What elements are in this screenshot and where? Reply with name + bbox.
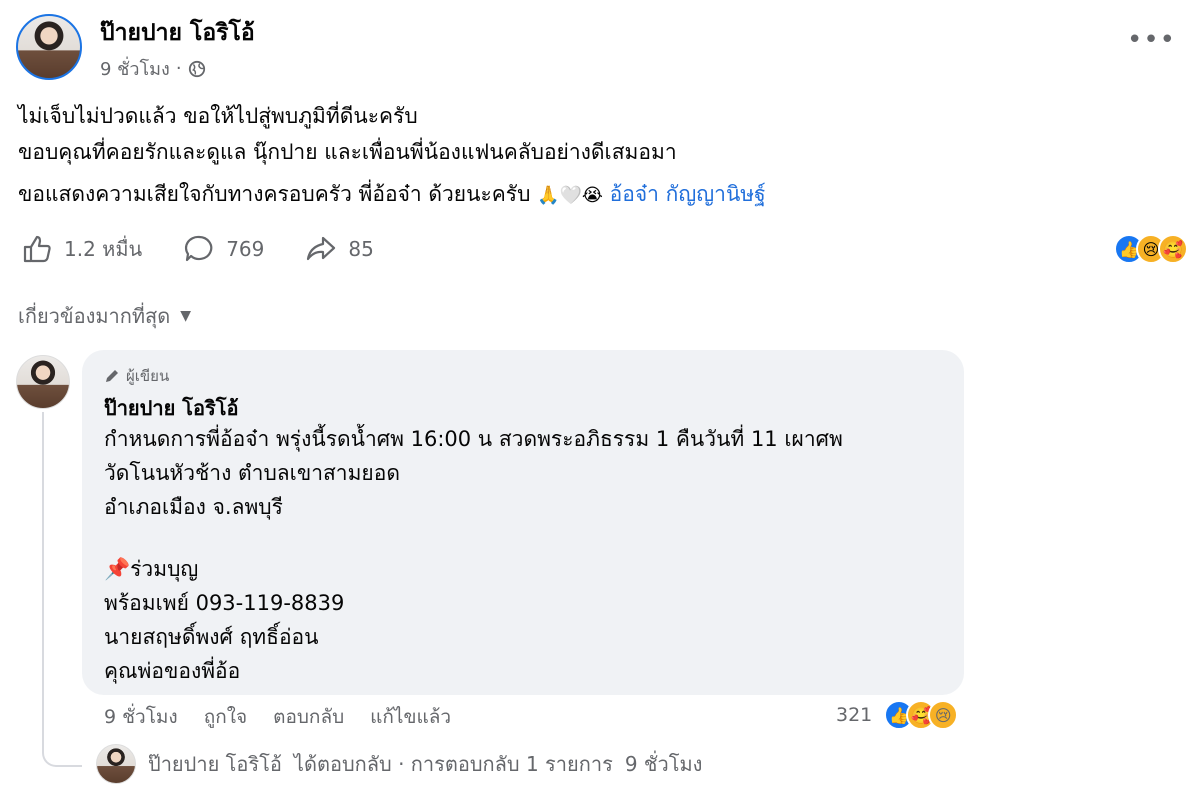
view-replies-link[interactable]: ได้ตอบกลับ · การตอบกลับ 1 รายการ — [294, 748, 613, 780]
post-line-1: ไม่เจ็บไม่ปวดแล้ว ขอให้ไปสู่พบภูมิที่ดีน… — [18, 104, 418, 128]
comment-count: 769 — [226, 237, 265, 261]
like-count: 1.2 หมื่น — [64, 237, 143, 261]
reply-time: 9 ชั่วโมง — [624, 752, 703, 776]
pushpin-icon: 📌 — [104, 557, 131, 581]
comment-author-name[interactable]: ป๊ายปาย โอริโอ้ — [104, 394, 942, 422]
merit-label: ร่วมบุญ — [130, 557, 199, 581]
post-condolence-line: ขอแสดงความเสียใจกับทางครอบครัว พี่อ้อจ๋า… — [18, 178, 1168, 212]
comment-edited-label[interactable]: แก้ไขแล้ว — [370, 702, 451, 732]
comment-time[interactable]: 9 ชั่วโมง — [104, 702, 178, 732]
comment-button[interactable]: 769 — [182, 232, 264, 266]
reply-author-avatar[interactable] — [96, 744, 136, 784]
author-avatar[interactable] — [16, 14, 82, 80]
comment-author-avatar[interactable] — [16, 355, 70, 409]
post-header: ป๊ายปาย โอริโอ้ 9 ชั่วโมง · — [16, 14, 255, 83]
comment-actions: 9 ชั่วโมง ถูกใจ ตอบกลับ แก้ไขแล้ว — [104, 702, 451, 732]
promptpay-line: พร้อมเพย์ 093-119-8839 — [104, 591, 345, 615]
comment-line-3: อำเภอเมือง จ.ลพบุรี — [104, 495, 283, 519]
post-author-name[interactable]: ป๊ายปาย โอริโอ้ — [100, 18, 255, 48]
post-action-bar: 1.2 หมื่น 769 85 — [20, 232, 414, 266]
comment-spacer — [104, 524, 942, 552]
like-button[interactable]: 1.2 หมื่น — [20, 232, 142, 266]
comment-merit-line: 📌ร่วมบุญ — [104, 552, 942, 586]
post-meta: 9 ชั่วโมง · — [100, 54, 255, 83]
relation-line: คุณพ่อของพี่อ้อ — [104, 659, 241, 683]
post-body: ไม่เจ็บไม่ปวดแล้ว ขอให้ไปสู่พบภูมิที่ดีน… — [18, 100, 1168, 216]
author-badge-label: ผู้เขียน — [126, 367, 170, 385]
reply-summary-row[interactable]: ป๊ายปาย โอริโอ้ ได้ตอบกลับ · การตอบกลับ … — [96, 744, 702, 784]
thumbs-up-icon — [23, 235, 51, 263]
reply-author-name[interactable]: ป๊ายปาย โอริโอ้ — [148, 748, 282, 780]
post-time[interactable]: 9 ชั่วโมง — [100, 54, 170, 83]
author-block: ป๊ายปาย โอริโอ้ 9 ชั่วโมง · — [100, 18, 255, 83]
thread-connector-line — [42, 412, 82, 767]
caret-down-icon: ▼ — [180, 308, 192, 324]
share-button[interactable]: 85 — [304, 232, 374, 266]
comment-line-1: กำหนดการพี่อ้อจ๋า พรุ่งนี้รดน้ำศพ 16:00 … — [104, 427, 843, 451]
tagged-person-link[interactable]: อ้อจ๋า กัญญานิษฐ์ — [610, 182, 766, 206]
comment-line-2: วัดโนนหัวช้าง ตำบลเขาสามยอด — [104, 461, 400, 485]
post-reactions[interactable]: 👍 😢 🥰 — [1114, 234, 1188, 264]
account-name-line: นายสฤษดิ์พงศ์ ฤทธิ์อ่อน — [104, 625, 319, 649]
comment-like-button[interactable]: ถูกใจ — [204, 702, 247, 732]
post-condolence-text: ขอแสดงความเสียใจกับทางครอบครัว พี่อ้อจ๋า… — [18, 182, 531, 206]
sad-reaction-icon: 😢 — [928, 700, 959, 730]
post-line-2: ขอบคุณที่คอยรักและดูแล นุ๊กปาย และเพื่อน… — [18, 140, 677, 164]
author-badge: ผู้เขียน — [104, 364, 942, 388]
more-options-button[interactable]: ••• — [1127, 27, 1176, 53]
meta-separator: · — [175, 58, 182, 79]
share-count: 85 — [348, 237, 374, 261]
globe-icon[interactable] — [188, 60, 206, 78]
comment-icon — [185, 235, 213, 262]
comment-bubble: ผู้เขียน ป๊ายปาย โอริโอ้ กำหนดการพี่อ้อจ… — [82, 350, 964, 695]
comment-reactions[interactable]: 321 👍 🥰 😢 — [836, 700, 959, 730]
comment-reply-button[interactable]: ตอบกลับ — [273, 702, 344, 732]
comment-sort-dropdown[interactable]: เกี่ยวข้องมากที่สุด ▼ — [18, 300, 191, 332]
emoji-group: 🙏🤍😭 — [537, 185, 603, 206]
sort-label: เกี่ยวข้องมากที่สุด — [18, 304, 171, 328]
comment-reaction-count: 321 — [836, 704, 873, 726]
share-icon — [307, 236, 336, 261]
pencil-icon — [106, 370, 118, 382]
care-reaction-icon: 🥰 — [1158, 234, 1188, 264]
